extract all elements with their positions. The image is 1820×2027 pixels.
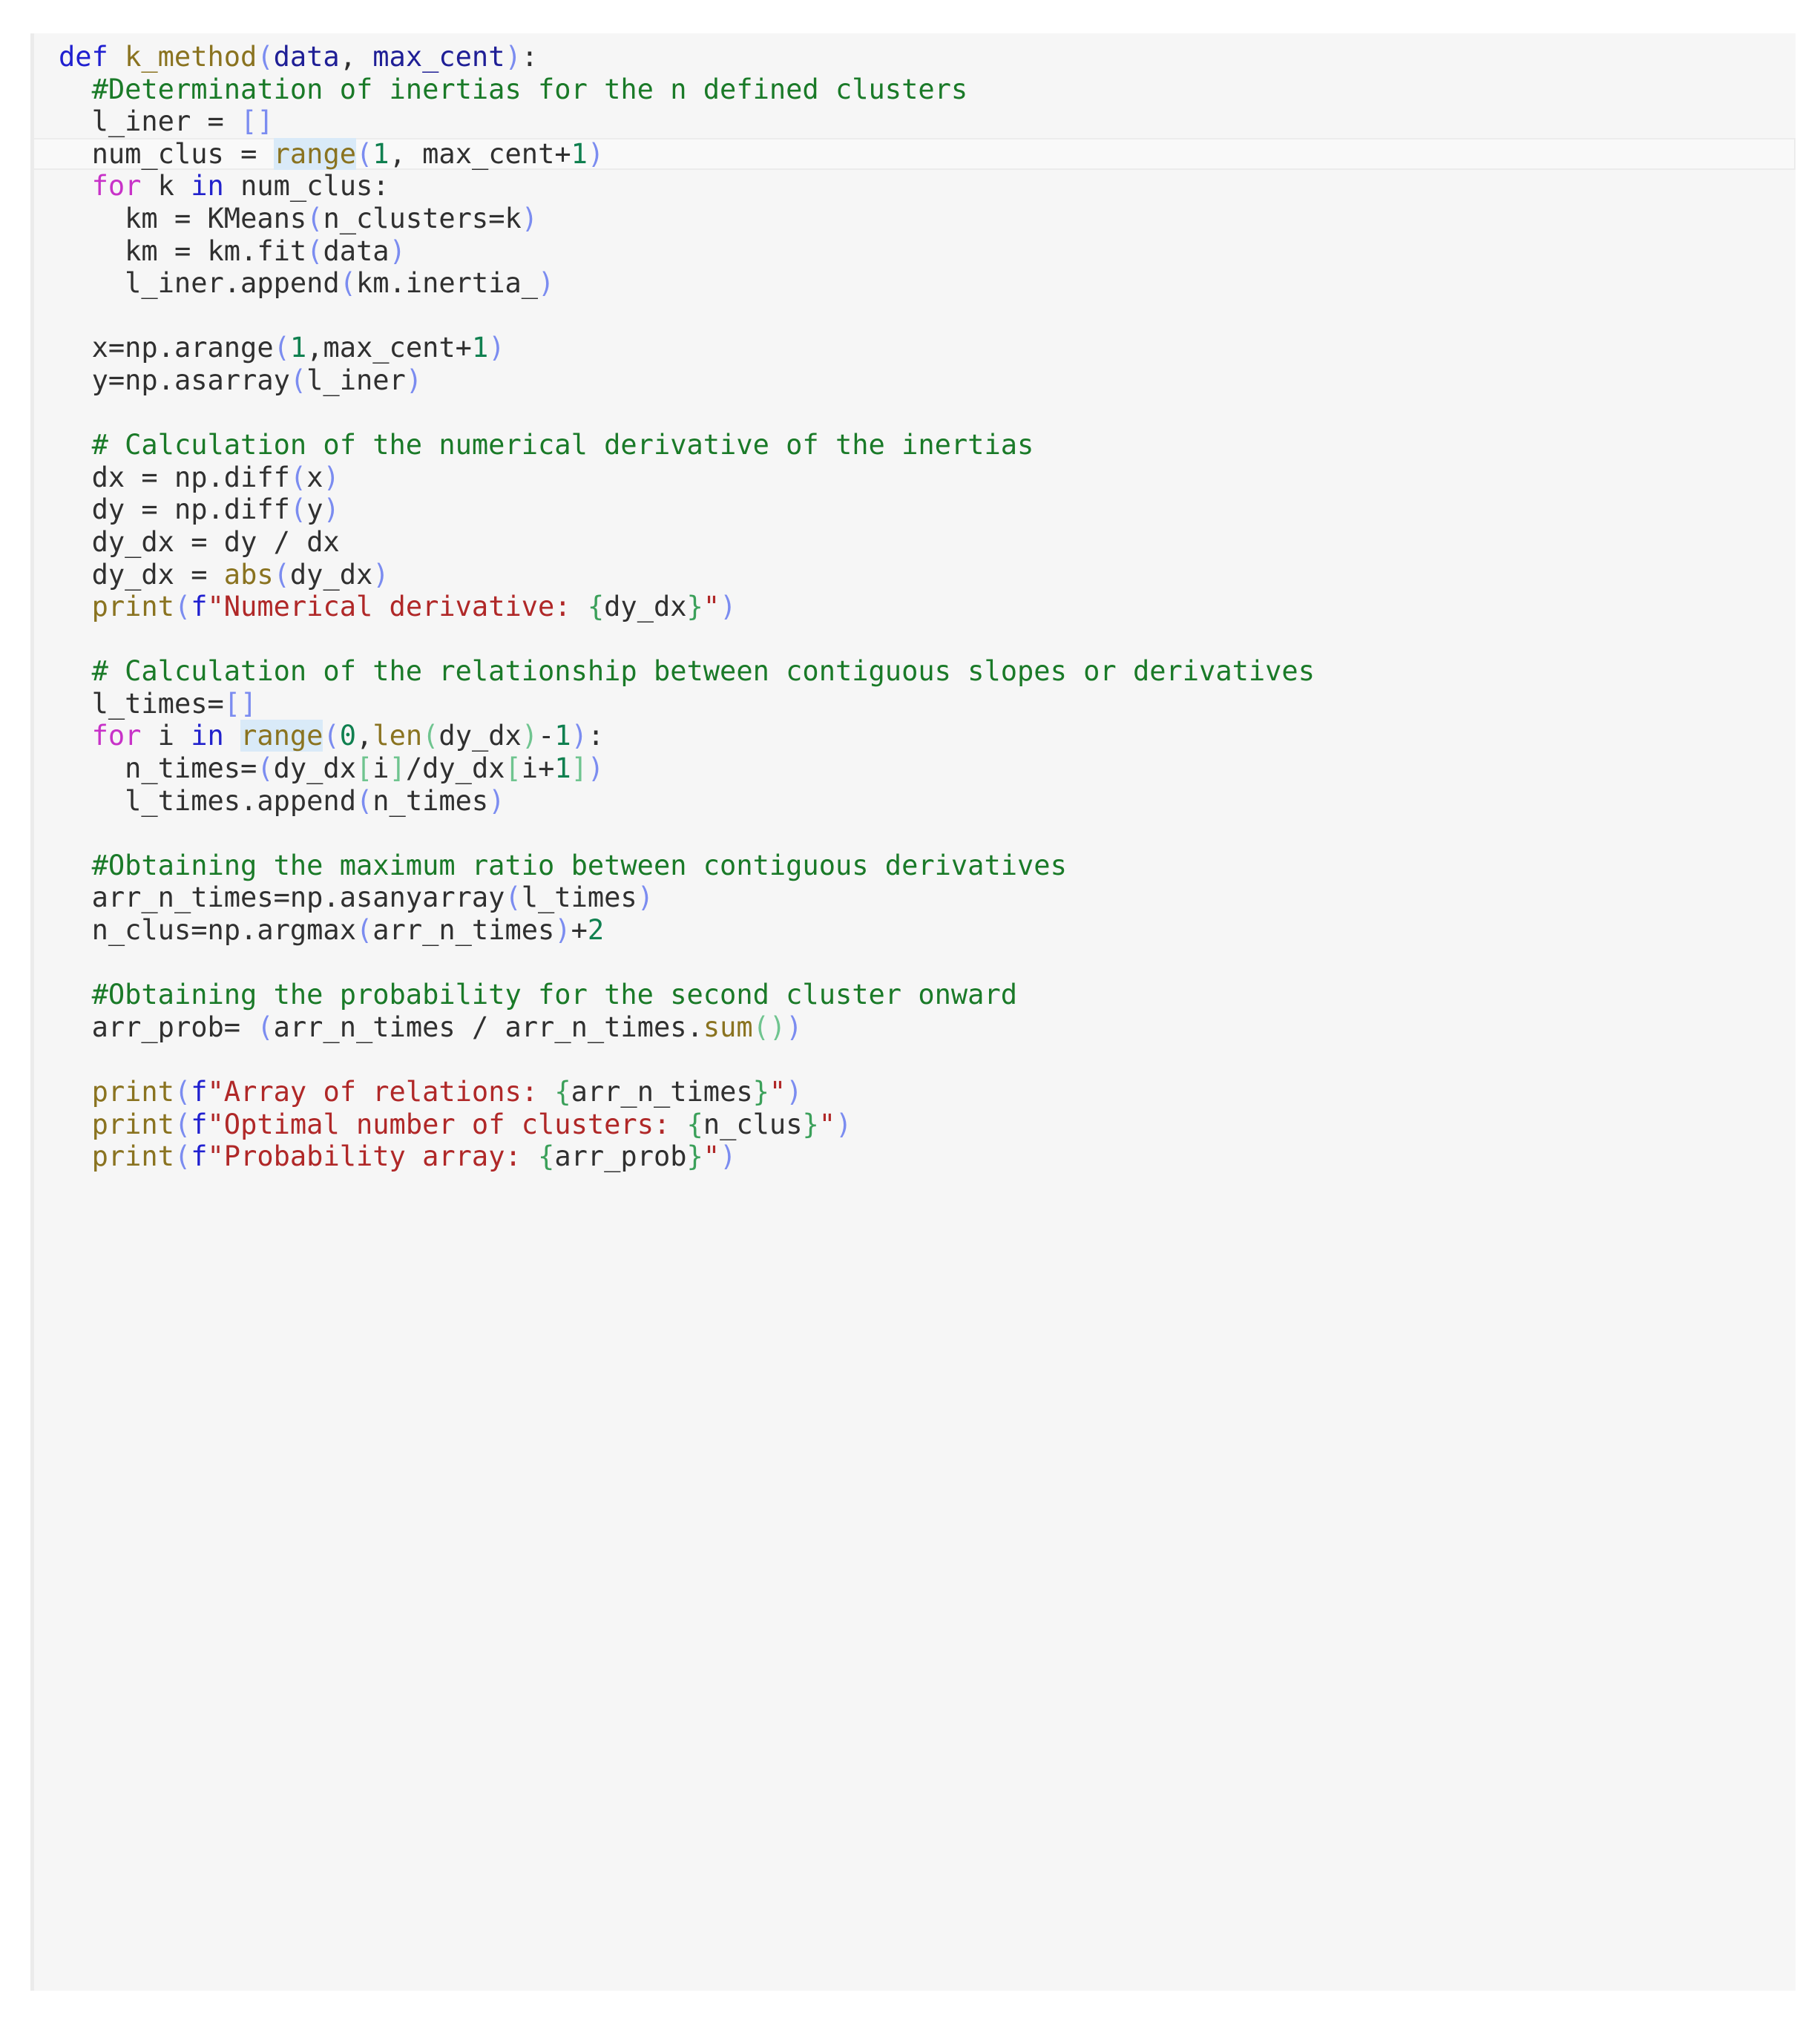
- fstring-prefix-3: f: [191, 1108, 208, 1140]
- code-line-5[interactable]: for k in num_clus:: [34, 170, 1796, 203]
- code-line-9-blank[interactable]: [34, 300, 1796, 332]
- code-line-3[interactable]: l_iner = []: [34, 105, 1796, 138]
- builtin-print: print: [91, 591, 174, 623]
- fstring-prefix-2: f: [191, 1076, 208, 1108]
- string-array-relations: "Array of relations:: [207, 1076, 555, 1108]
- param-data: data: [273, 41, 340, 73]
- code-line-19-blank[interactable]: [34, 623, 1796, 656]
- fstring-prefix: f: [191, 591, 208, 623]
- code-line-7[interactable]: km = km.fit(data): [34, 235, 1796, 268]
- code-line-12-blank[interactable]: [34, 397, 1796, 430]
- code-line-10[interactable]: x=np.arange(1,max_cent+1): [34, 332, 1796, 364]
- code-line-28[interactable]: n_clus=np.argmax(arr_n_times)+2: [34, 914, 1796, 947]
- code-line-22[interactable]: for i in range(0,len(dy_dx)-1):: [34, 720, 1796, 752]
- code-line-31[interactable]: arr_prob= (arr_n_times / arr_n_times.sum…: [34, 1011, 1796, 1044]
- keyword-for: for: [91, 170, 142, 203]
- code-line-26[interactable]: #Obtaining the maximum ratio between con…: [34, 850, 1796, 882]
- code-line-32-blank[interactable]: [34, 1043, 1796, 1076]
- keyword-in: in: [191, 170, 224, 203]
- string-numerical-derivative: "Numerical derivative:: [207, 591, 588, 623]
- builtin-print-4: print: [91, 1140, 174, 1173]
- code-line-34[interactable]: print(f"Optimal number of clusters: {n_c…: [34, 1108, 1796, 1141]
- string-optimal-clusters: "Optimal number of clusters:: [207, 1108, 687, 1140]
- builtin-print-3: print: [91, 1108, 174, 1140]
- comment-max-ratio: #Obtaining the maximum ratio between con…: [91, 849, 1067, 881]
- param-max-cent: max_cent: [372, 41, 505, 73]
- code-line-17[interactable]: dy_dx = abs(dy_dx): [34, 559, 1796, 591]
- code-line-23[interactable]: n_times=(dy_dx[i]/dy_dx[i+1]): [34, 752, 1796, 785]
- fstring-prefix-4: f: [191, 1140, 208, 1173]
- code-line-21[interactable]: l_times=[]: [34, 688, 1796, 720]
- code-line-18[interactable]: print(f"Numerical derivative: {dy_dx}"): [34, 591, 1796, 623]
- code-line-27[interactable]: arr_n_times=np.asanyarray(l_times): [34, 881, 1796, 914]
- code-block[interactable]: def k_method(data, max_cent): #Determina…: [30, 33, 1796, 1991]
- builtin-sum: sum: [703, 1011, 753, 1043]
- string-probability-array: "Probability array:: [207, 1140, 539, 1173]
- code-lines: def k_method(data, max_cent): #Determina…: [34, 33, 1796, 1173]
- code-line-15[interactable]: dy = np.diff(y): [34, 493, 1796, 526]
- comment-numerical-derivative: # Calculation of the numerical derivativ…: [91, 429, 1034, 461]
- code-line-4-highlighted[interactable]: num_clus = range(1, max_cent+1): [34, 137, 1796, 171]
- builtin-len: len: [372, 720, 423, 752]
- paren-close: ): [505, 41, 522, 73]
- code-line-24[interactable]: l_times.append(n_times): [34, 785, 1796, 818]
- keyword-for-2: for: [91, 720, 142, 752]
- keyword-in-2: in: [191, 720, 224, 752]
- comment-relationship: # Calculation of the relationship betwee…: [91, 655, 1315, 688]
- keyword-def: def: [59, 41, 108, 73]
- code-line-35[interactable]: print(f"Probability array: {arr_prob}"): [34, 1140, 1796, 1173]
- builtin-range-highlighted: range: [273, 137, 357, 170]
- code-line-20[interactable]: # Calculation of the relationship betwee…: [34, 655, 1796, 688]
- code-line-30[interactable]: #Obtaining the probability for the secon…: [34, 979, 1796, 1011]
- code-line-25-blank[interactable]: [34, 817, 1796, 850]
- code-line-13[interactable]: # Calculation of the numerical derivativ…: [34, 429, 1796, 461]
- function-name: k_method: [125, 41, 257, 73]
- builtin-range-highlighted-2: range: [240, 720, 323, 752]
- comment-determination: #Determination of inertias for the n def…: [91, 73, 968, 105]
- code-line-33[interactable]: print(f"Array of relations: {arr_n_times…: [34, 1076, 1796, 1108]
- code-line-1[interactable]: def k_method(data, max_cent):: [34, 41, 1796, 73]
- builtin-abs: abs: [223, 558, 274, 591]
- comment-probability: #Obtaining the probability for the secon…: [91, 979, 1018, 1011]
- code-line-16[interactable]: dy_dx = dy / dx: [34, 526, 1796, 559]
- builtin-print-2: print: [91, 1076, 174, 1108]
- code-line-6[interactable]: km = KMeans(n_clusters=k): [34, 203, 1796, 235]
- code-line-29-blank[interactable]: [34, 947, 1796, 979]
- code-line-8[interactable]: l_iner.append(km.inertia_): [34, 267, 1796, 300]
- code-line-14[interactable]: dx = np.diff(x): [34, 461, 1796, 494]
- code-line-2[interactable]: #Determination of inertias for the n def…: [34, 73, 1796, 106]
- paren-open: (: [257, 41, 274, 73]
- code-line-11[interactable]: y=np.asarray(l_iner): [34, 364, 1796, 397]
